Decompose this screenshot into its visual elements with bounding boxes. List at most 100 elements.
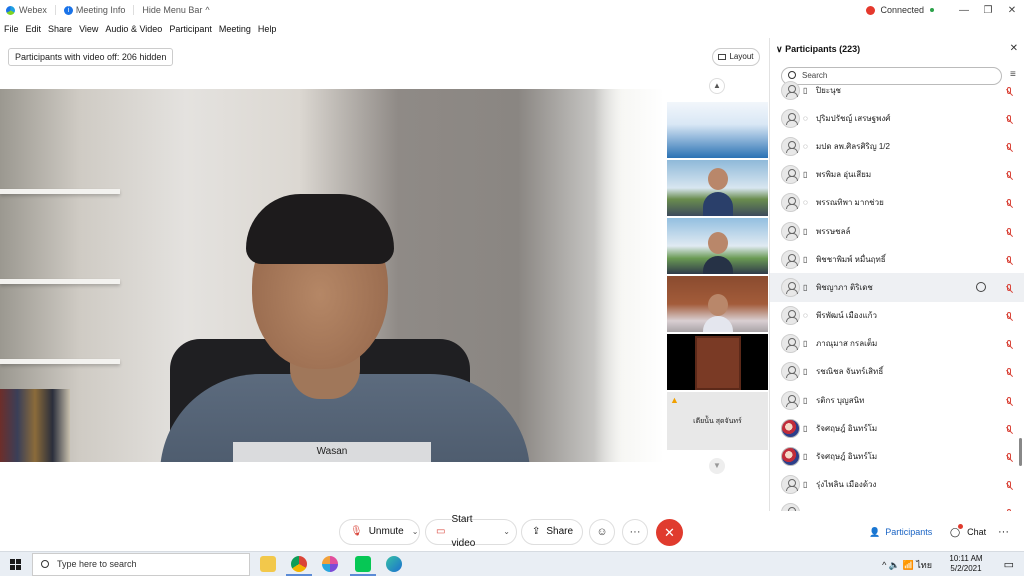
participant-row[interactable]: ▯ พรรษชลล์ bbox=[770, 217, 1024, 245]
muted-mic-icon[interactable] bbox=[1007, 199, 1011, 207]
video-thumbnail[interactable] bbox=[667, 276, 768, 332]
main-video[interactable] bbox=[0, 89, 664, 462]
muted-mic-icon[interactable] bbox=[1007, 368, 1011, 376]
device-icon: ▯ bbox=[803, 254, 808, 264]
edge-icon[interactable] bbox=[386, 556, 402, 572]
muted-mic-icon[interactable] bbox=[1007, 481, 1011, 489]
divider bbox=[133, 5, 135, 15]
menu-file[interactable]: File bbox=[4, 24, 19, 34]
chevron-down-icon[interactable]: ⌄ bbox=[503, 520, 510, 544]
more-panels-button[interactable]: ··· bbox=[998, 522, 1009, 542]
chevron-down-icon[interactable]: ⌄ bbox=[412, 520, 419, 544]
chevron-up-icon[interactable]: ^ bbox=[205, 5, 209, 15]
start-video-button[interactable]: ▭ Start video ⌄ bbox=[425, 514, 517, 549]
close-window-button[interactable]: ✕ bbox=[1000, 5, 1024, 16]
muted-mic-icon[interactable] bbox=[1007, 114, 1011, 122]
participants-panel-title[interactable]: ∨ Participants (223) bbox=[776, 44, 860, 55]
share-button[interactable]: ⇪ Share bbox=[521, 519, 583, 545]
speaker-name-label: Wasan bbox=[233, 442, 431, 462]
menu-audio-video[interactable]: Audio & Video bbox=[105, 24, 162, 34]
avatar bbox=[781, 249, 800, 269]
participant-body bbox=[703, 192, 733, 216]
taskbar-search-input[interactable]: Type here to search bbox=[32, 553, 250, 576]
menu-share[interactable]: Share bbox=[48, 24, 72, 34]
record-status-icon bbox=[866, 5, 876, 15]
menu-view[interactable]: View bbox=[79, 24, 98, 34]
menu-edit[interactable]: Edit bbox=[26, 24, 42, 34]
participant-row[interactable]: ▯ พิชญาภา ติริเดช bbox=[770, 273, 1024, 302]
chat-button[interactable]: ◯ Chat bbox=[950, 522, 986, 542]
device-icon: ▯ bbox=[803, 395, 808, 405]
video-thumbnail[interactable] bbox=[667, 334, 768, 390]
maximize-button[interactable]: ❐ bbox=[976, 5, 1000, 16]
notification-center-icon[interactable]: ▭ bbox=[1004, 558, 1014, 571]
participant-row[interactable]: ▯ ภาณุมาส กรลเต็ม bbox=[770, 330, 1024, 358]
video-thumbnail[interactable] bbox=[667, 102, 768, 158]
participant-row[interactable]: ◌ มปด ลพ.ศิลรศิริญ 1/2 bbox=[770, 132, 1024, 160]
line-app-icon[interactable] bbox=[355, 556, 371, 572]
participants-panel: ∨ Participants (223) ✕ Search ≡ ▯ ปิยะนุช… bbox=[769, 38, 1024, 511]
muted-mic-icon[interactable] bbox=[1007, 227, 1011, 235]
hide-menu-bar-button[interactable]: Hide Menu Bar bbox=[142, 5, 202, 15]
avatar bbox=[781, 221, 800, 241]
muted-mic-icon[interactable] bbox=[1007, 312, 1011, 320]
participant-row[interactable]: ◌ พีรพัฒน์ เมืองแก้ว bbox=[770, 302, 1024, 330]
video-thumbnail[interactable] bbox=[667, 160, 768, 216]
chrome-icon[interactable] bbox=[291, 556, 307, 572]
shelf bbox=[0, 279, 120, 284]
connection-status[interactable]: Connected bbox=[866, 5, 934, 15]
participant-row[interactable]: ▯ ปิยะนุช bbox=[770, 76, 1024, 104]
video-thumbnail[interactable] bbox=[667, 218, 768, 274]
quick-assist-icon[interactable] bbox=[322, 556, 338, 572]
windows-start-icon[interactable] bbox=[10, 559, 21, 570]
more-options-button[interactable]: ··· bbox=[622, 519, 648, 545]
filmstrip-scroll-down-button[interactable]: ▼ bbox=[709, 458, 725, 474]
participant-row[interactable]: ▯ รัจศฤษฎ์ อินทร์โม bbox=[770, 414, 1024, 442]
chevron-down-icon[interactable]: ∨ bbox=[776, 44, 783, 54]
participant-row[interactable]: ◌ ปุริมปรัชญ์ เสรษฐพงศ์ bbox=[770, 104, 1024, 132]
tray-icons[interactable]: ^ 🔈 📶 ไทย bbox=[882, 558, 932, 572]
muted-mic-icon[interactable] bbox=[1007, 142, 1011, 150]
warning-icon: ▲ bbox=[670, 395, 679, 405]
menu-help[interactable]: Help bbox=[258, 24, 277, 34]
video-thumbnail[interactable]: ▲ เตียน้ัน สุดจันทร์ bbox=[667, 392, 768, 450]
layout-button[interactable]: Layout bbox=[712, 48, 760, 66]
avatar bbox=[781, 108, 800, 128]
reactions-button[interactable]: ☺ bbox=[589, 519, 615, 545]
muted-mic-icon[interactable] bbox=[1007, 171, 1011, 179]
muted-mic-icon[interactable] bbox=[1007, 424, 1011, 432]
participant-row[interactable]: ▯ รติกร บุญสนิท bbox=[770, 386, 1024, 414]
participant-row[interactable]: ▯ รัจศฤษฎ์ อินทร์โม bbox=[770, 442, 1024, 470]
filmstrip-scroll-up-button[interactable]: ▲ bbox=[709, 78, 725, 94]
minimize-button[interactable]: — bbox=[952, 5, 976, 16]
close-panel-button[interactable]: ✕ bbox=[1010, 43, 1018, 54]
participant-row[interactable]: ◌ พรรณทิพา มากช่วย bbox=[770, 189, 1024, 217]
taskbar-clock[interactable]: 10:11 AM 5/2/2021 bbox=[946, 554, 986, 574]
menu-meeting[interactable]: Meeting bbox=[219, 24, 251, 34]
info-icon[interactable]: i bbox=[63, 5, 73, 15]
participant-list: ▯ ปิยะนุช ◌ ปุริมปรัชญ์ เสรษฐพงศ์ ◌ มปด ลพ.ศิ… bbox=[770, 76, 1024, 511]
device-icon: ▯ bbox=[803, 282, 808, 292]
leave-meeting-button[interactable]: ✕ bbox=[656, 519, 683, 546]
participant-list-scrollbar[interactable] bbox=[1019, 438, 1022, 466]
muted-mic-icon[interactable] bbox=[1007, 509, 1011, 511]
muted-mic-icon[interactable] bbox=[1007, 453, 1011, 461]
window-light bbox=[594, 89, 664, 462]
muted-mic-icon[interactable] bbox=[1007, 283, 1011, 291]
muted-mic-icon[interactable] bbox=[1007, 86, 1011, 94]
file-explorer-icon[interactable] bbox=[260, 556, 276, 572]
hidden-participants-notice[interactable]: Participants with video off: 206 hidden bbox=[8, 48, 174, 66]
muted-mic-icon[interactable] bbox=[1007, 255, 1011, 263]
participant-row[interactable]: ▯ รชณิชล จันทร์เสิทธิ์ bbox=[770, 358, 1024, 386]
unmute-button[interactable]: 🎙 Unmute ⌄ bbox=[339, 519, 420, 545]
participant-row[interactable] bbox=[770, 499, 1024, 511]
muted-mic-icon[interactable] bbox=[1007, 396, 1011, 404]
participant-row[interactable]: ▯ พรพิมล อุ่นเสียม bbox=[770, 161, 1024, 189]
meeting-info-button[interactable]: Meeting Info bbox=[76, 5, 126, 15]
participant-row[interactable]: ▯ รุ่งไพลิน เมืองด้วง bbox=[770, 471, 1024, 499]
muted-mic-icon[interactable] bbox=[1007, 340, 1011, 348]
menu-participant[interactable]: Participant bbox=[169, 24, 212, 34]
participants-toggle-button[interactable]: 👤 Participants bbox=[869, 522, 932, 542]
chat-bubble-icon[interactable] bbox=[976, 282, 986, 293]
participant-row[interactable]: ▯ พิชชาพิมพ์ หมื่นฤทธิ์ bbox=[770, 245, 1024, 273]
